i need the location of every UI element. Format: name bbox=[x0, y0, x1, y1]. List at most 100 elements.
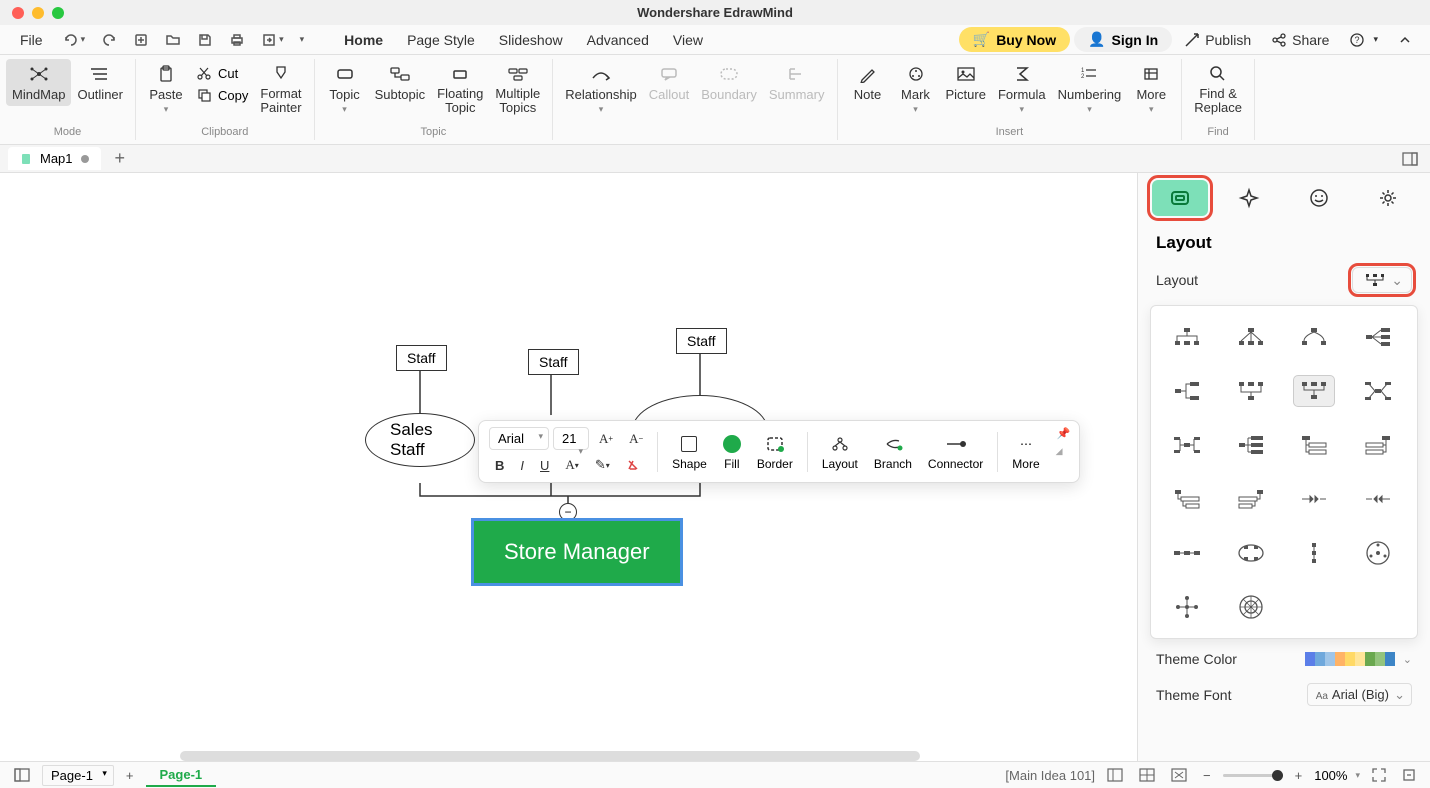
close-window[interactable] bbox=[12, 7, 24, 19]
increase-font-button[interactable]: A+ bbox=[593, 427, 619, 450]
collapse-toggle[interactable]: − bbox=[559, 503, 577, 521]
topic-button[interactable]: Topic bbox=[321, 59, 369, 119]
ft-layout-button[interactable]: Layout bbox=[816, 431, 864, 473]
save-button[interactable] bbox=[191, 28, 219, 52]
font-color-button[interactable]: A▾ bbox=[559, 454, 584, 476]
border-button[interactable]: Border bbox=[751, 431, 799, 473]
exit-fullscreen-button[interactable] bbox=[1398, 766, 1420, 784]
sign-in-button[interactable]: 👤 Sign In bbox=[1074, 27, 1172, 52]
fullscreen-button[interactable] bbox=[1368, 766, 1390, 784]
node-store-manager[interactable]: Store Manager bbox=[474, 521, 680, 583]
layout-opt-20[interactable] bbox=[1358, 538, 1398, 568]
format-painter-button[interactable]: Format Painter bbox=[254, 59, 307, 120]
node-sales-staff[interactable]: Sales Staff bbox=[365, 413, 475, 467]
theme-color-dropdown[interactable]: ⌄ bbox=[1403, 653, 1412, 666]
more-insert-button[interactable]: More bbox=[1127, 59, 1175, 119]
numbering-button[interactable]: 12Numbering bbox=[1052, 59, 1128, 119]
collapse-ribbon[interactable] bbox=[1390, 33, 1420, 47]
menu-view[interactable]: View bbox=[663, 28, 713, 52]
floating-topic-button[interactable]: Floating Topic bbox=[431, 59, 489, 120]
highlight-button[interactable]: ✎▾ bbox=[589, 454, 616, 476]
relationship-button[interactable]: Relationship bbox=[559, 59, 643, 119]
panel-tab-layout[interactable] bbox=[1152, 180, 1208, 216]
layout-opt-10[interactable] bbox=[1231, 430, 1271, 460]
note-button[interactable]: Note bbox=[844, 59, 892, 106]
fill-button[interactable]: Fill bbox=[717, 431, 747, 473]
layout-opt-9[interactable] bbox=[1167, 430, 1207, 460]
picture-button[interactable]: Picture bbox=[940, 59, 992, 106]
publish-button[interactable]: Publish bbox=[1176, 32, 1259, 48]
menu-home[interactable]: Home bbox=[334, 28, 393, 52]
outliner-view-button[interactable]: Outliner bbox=[71, 59, 129, 106]
shape-button[interactable]: Shape bbox=[666, 431, 713, 473]
add-tab-button[interactable]: + bbox=[109, 148, 132, 169]
horizontal-scrollbar[interactable] bbox=[180, 751, 920, 761]
font-select[interactable]: Arial bbox=[489, 427, 549, 450]
copy-button[interactable]: Copy bbox=[190, 85, 254, 105]
menu-file[interactable]: File bbox=[10, 28, 53, 52]
view-mode-2[interactable] bbox=[1135, 766, 1159, 784]
new-button[interactable] bbox=[127, 28, 155, 52]
layout-opt-19[interactable] bbox=[1294, 538, 1334, 568]
layout-opt-4[interactable] bbox=[1358, 322, 1398, 352]
layout-opt-17[interactable] bbox=[1167, 538, 1207, 568]
layout-opt-2[interactable] bbox=[1231, 322, 1271, 352]
layout-opt-14[interactable] bbox=[1231, 484, 1271, 514]
find-replace-button[interactable]: Find & Replace bbox=[1188, 59, 1248, 120]
maximize-window[interactable] bbox=[52, 7, 64, 19]
undo-button[interactable]: ▾ bbox=[57, 28, 92, 52]
document-tab-map1[interactable]: Map1 bbox=[8, 147, 101, 170]
clear-format-button[interactable] bbox=[620, 454, 646, 476]
view-mode-1[interactable] bbox=[1103, 766, 1127, 784]
underline-button[interactable]: U bbox=[534, 454, 555, 476]
ft-expand-button[interactable]: ◢ bbox=[1050, 443, 1069, 460]
formula-button[interactable]: Formula bbox=[992, 59, 1052, 119]
zoom-slider[interactable] bbox=[1223, 774, 1283, 777]
panel-tab-settings[interactable] bbox=[1361, 180, 1417, 216]
theme-font-select[interactable]: AaArial (Big) bbox=[1307, 683, 1412, 706]
menu-slideshow[interactable]: Slideshow bbox=[489, 28, 573, 52]
toggle-left-panel[interactable] bbox=[10, 766, 34, 784]
layout-opt-21[interactable] bbox=[1167, 592, 1207, 622]
print-button[interactable] bbox=[223, 28, 251, 52]
summary-button[interactable]: Summary bbox=[763, 59, 831, 106]
node-staff-2[interactable]: Staff bbox=[528, 349, 579, 375]
layout-opt-16[interactable] bbox=[1358, 484, 1398, 514]
layout-opt-13[interactable] bbox=[1167, 484, 1207, 514]
font-size-select[interactable]: 21 bbox=[553, 427, 589, 450]
branch-button[interactable]: Branch bbox=[868, 431, 918, 473]
mindmap-view-button[interactable]: MindMap bbox=[6, 59, 71, 106]
multiple-topics-button[interactable]: Multiple Topics bbox=[489, 59, 546, 120]
paste-button[interactable]: Paste bbox=[142, 59, 190, 119]
help-button[interactable]: ?▾ bbox=[1341, 32, 1386, 48]
canvas[interactable]: Staff Staff Staff Sales Staff − Store Ma… bbox=[0, 173, 1137, 761]
menu-page-style[interactable]: Page Style bbox=[397, 28, 485, 52]
fit-view[interactable] bbox=[1167, 766, 1191, 784]
open-button[interactable] bbox=[159, 28, 187, 52]
layout-opt-11[interactable] bbox=[1294, 430, 1334, 460]
layout-opt-6[interactable] bbox=[1231, 376, 1271, 406]
layout-opt-15[interactable] bbox=[1294, 484, 1334, 514]
callout-button[interactable]: Callout bbox=[643, 59, 695, 106]
ft-more-button[interactable]: ⋯More bbox=[1006, 431, 1045, 473]
connector-button[interactable]: Connector bbox=[922, 431, 989, 473]
boundary-button[interactable]: Boundary bbox=[695, 59, 763, 106]
layout-opt-18[interactable] bbox=[1231, 538, 1271, 568]
page-tab-1[interactable]: Page-1 bbox=[146, 764, 217, 787]
zoom-out[interactable]: − bbox=[1199, 766, 1215, 785]
mark-button[interactable]: Mark bbox=[892, 59, 940, 119]
pin-icon[interactable]: 📌 bbox=[1057, 427, 1071, 440]
node-staff-1[interactable]: Staff bbox=[396, 345, 447, 371]
redo-button[interactable] bbox=[95, 28, 123, 52]
export-button[interactable]: ▾ bbox=[255, 28, 290, 52]
theme-color-swatch[interactable] bbox=[1305, 652, 1395, 666]
layout-opt-7[interactable] bbox=[1294, 376, 1334, 406]
add-page-button[interactable]: + bbox=[122, 766, 138, 785]
decrease-font-button[interactable]: A− bbox=[623, 427, 649, 450]
layout-opt-1[interactable] bbox=[1167, 322, 1207, 352]
layout-opt-8[interactable] bbox=[1358, 376, 1398, 406]
layout-opt-3[interactable] bbox=[1294, 322, 1334, 352]
page-select[interactable]: Page-1 bbox=[42, 765, 114, 786]
minimize-window[interactable] bbox=[32, 7, 44, 19]
layout-opt-5[interactable] bbox=[1167, 376, 1207, 406]
